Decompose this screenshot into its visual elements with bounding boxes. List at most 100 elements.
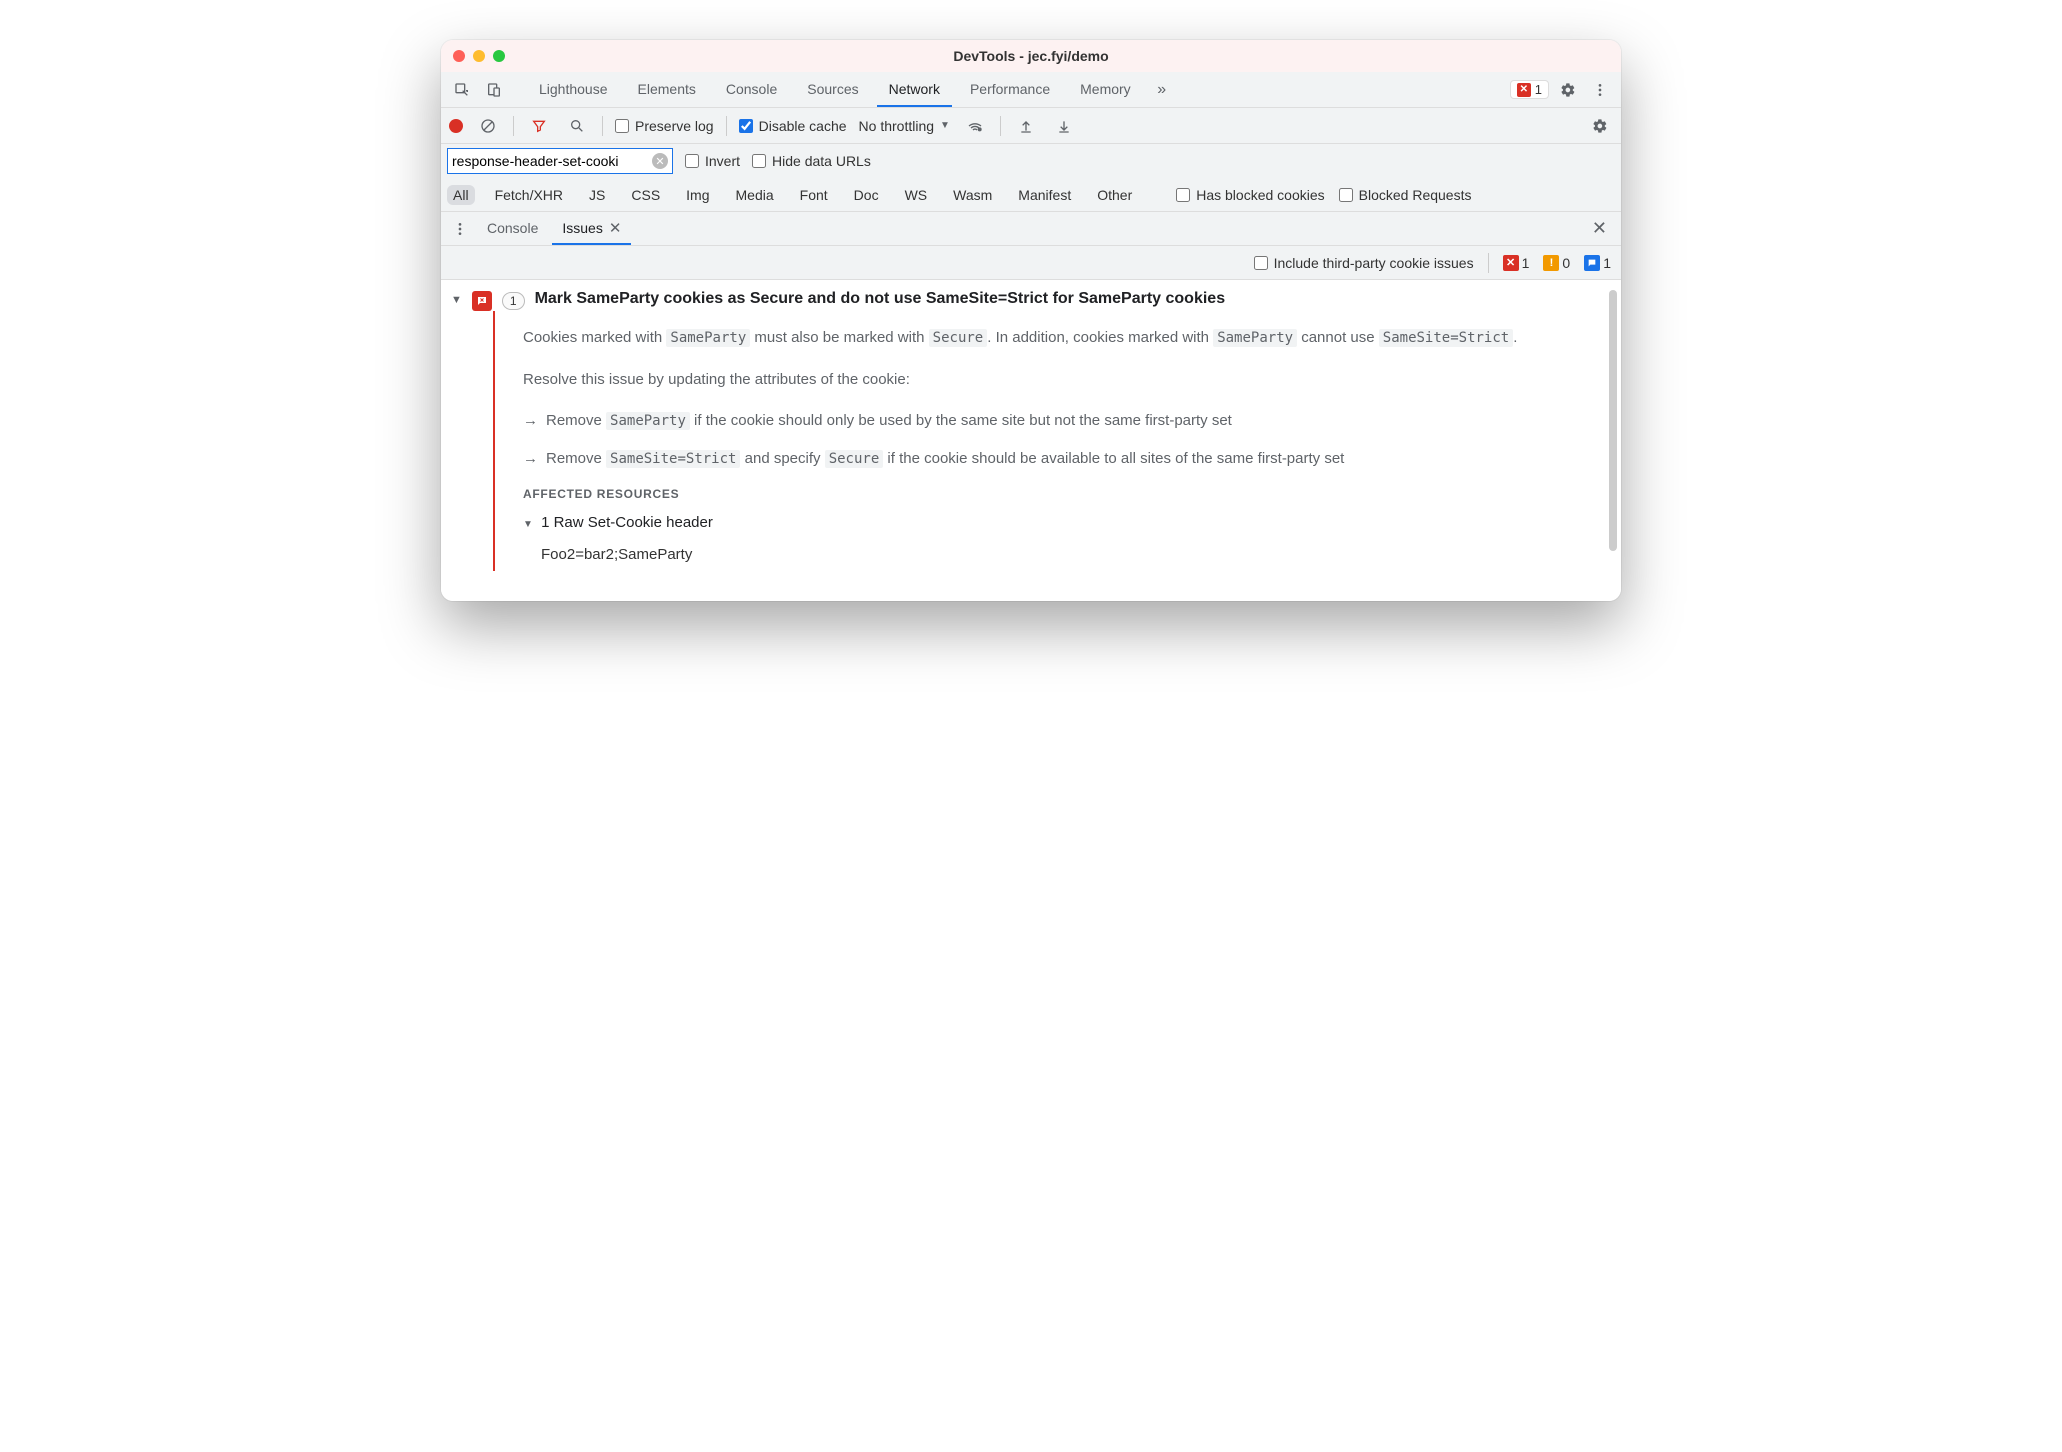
network-conditions-icon[interactable] [962,113,988,139]
filter-img[interactable]: Img [680,185,715,205]
disclosure-triangle-icon[interactable]: ▼ [451,290,462,306]
throttling-value: No throttling [859,118,934,134]
disable-cache-checkbox[interactable]: Disable cache [739,118,847,134]
arrow-icon: → [523,446,538,472]
filter-other[interactable]: Other [1091,185,1138,205]
clear-icon[interactable] [475,113,501,139]
disable-cache-label: Disable cache [759,118,847,134]
blocked-requests-input[interactable] [1339,188,1353,202]
close-tab-icon[interactable]: ✕ [609,219,622,237]
device-toolbar-icon[interactable] [481,77,507,103]
blocked-requests-label: Blocked Requests [1359,187,1472,203]
affected-resources-heading: AFFECTED RESOURCES [523,484,1591,504]
include-third-party-checkbox[interactable]: Include third-party cookie issues [1254,255,1474,271]
invert-checkbox[interactable]: Invert [685,153,740,169]
affected-resource-item[interactable]: Foo2=bar2;SameParty [541,542,1591,568]
include-third-party-label: Include third-party cookie issues [1274,255,1474,271]
drawer-tab-console[interactable]: Console [477,212,548,245]
upload-har-icon[interactable] [1013,113,1039,139]
tab-console[interactable]: Console [714,72,789,107]
tab-lighthouse[interactable]: Lighthouse [527,72,620,107]
drawer-tab-strip: Console Issues ✕ ✕ [441,212,1621,246]
hide-data-urls-label: Hide data URLs [772,153,871,169]
filter-manifest[interactable]: Manifest [1012,185,1077,205]
blocked-requests-checkbox[interactable]: Blocked Requests [1339,187,1472,203]
error-count-badge[interactable]: ✕ 1 [1510,80,1549,99]
close-drawer-icon[interactable]: ✕ [1584,218,1615,239]
settings-gear-icon[interactable] [1555,77,1581,103]
filter-ws[interactable]: WS [899,185,934,205]
has-blocked-cookies-input[interactable] [1176,188,1190,202]
tab-sources[interactable]: Sources [795,72,870,107]
severity-info-count: 1 [1603,255,1611,271]
issue-title: Mark SameParty cookies as Secure and do … [535,290,1226,308]
type-filter-bar: All Fetch/XHR JS CSS Img Media Font Doc … [441,178,1621,212]
issues-toolbar: Include third-party cookie issues ✕ 1 ! … [441,246,1621,280]
titlebar: DevTools - jec.fyi/demo [441,40,1621,72]
preserve-log-label: Preserve log [635,118,714,134]
include-third-party-input[interactable] [1254,256,1268,270]
network-toolbar: Preserve log Disable cache No throttling… [441,108,1621,144]
has-blocked-cookies-checkbox[interactable]: Has blocked cookies [1176,187,1324,203]
filter-wasm[interactable]: Wasm [947,185,998,205]
severity-warning-count: 0 [1562,255,1570,271]
preserve-log-checkbox[interactable]: Preserve log [615,118,714,134]
throttling-select[interactable]: No throttling ▼ [859,118,950,134]
download-har-icon[interactable] [1051,113,1077,139]
inspect-element-icon[interactable] [449,77,475,103]
filter-media[interactable]: Media [730,185,780,205]
invert-label: Invert [705,153,740,169]
issue-row[interactable]: ▼ 1 Mark SameParty cookies as Secure and… [451,290,1601,311]
scrollbar[interactable] [1609,290,1617,551]
filter-all[interactable]: All [447,185,475,205]
invert-input[interactable] [685,154,699,168]
kebab-menu-icon[interactable] [1587,77,1613,103]
severity-error-count: 1 [1522,255,1530,271]
drawer-more-icon[interactable] [447,216,473,242]
severity-info[interactable]: 1 [1584,255,1611,271]
filter-css[interactable]: CSS [625,185,666,205]
search-icon[interactable] [564,113,590,139]
filter-input-wrapper[interactable]: ✕ [447,148,673,174]
arrow-icon: → [523,408,538,434]
drawer-tab-issues[interactable]: Issues ✕ [552,212,631,245]
more-tabs-icon[interactable]: » [1149,77,1175,103]
affected-resource-row[interactable]: ▼ 1 Raw Set-Cookie header [523,510,1591,536]
network-settings-gear-icon[interactable] [1587,113,1613,139]
tab-performance[interactable]: Performance [958,72,1062,107]
severity-error[interactable]: ✕ 1 [1503,255,1530,271]
error-icon: ✕ [1517,83,1531,97]
filter-doc[interactable]: Doc [848,185,885,205]
clear-filter-icon[interactable]: ✕ [652,153,668,169]
record-button[interactable] [449,119,463,133]
error-count: 1 [1535,82,1542,97]
preserve-log-input[interactable] [615,119,629,133]
tab-network[interactable]: Network [877,72,952,107]
issue-description-1: Cookies marked with SameParty must also … [523,325,1591,351]
disable-cache-input[interactable] [739,119,753,133]
issue-count-badge: 1 [502,292,525,310]
disclosure-triangle-icon[interactable]: ▼ [523,519,533,530]
affected-resource-title: 1 Raw Set-Cookie header [541,514,713,531]
issues-panel: ▼ 1 Mark SameParty cookies as Secure and… [441,280,1621,601]
filter-bar: ✕ Invert Hide data URLs [441,144,1621,178]
tab-elements[interactable]: Elements [626,72,708,107]
issue-bullet-1: → Remove SameParty if the cookie should … [523,408,1591,434]
error-severity-icon: ✕ [1503,255,1519,271]
drawer-tab-issues-label: Issues [562,220,602,236]
filter-icon[interactable] [526,113,552,139]
issue-description-2: Resolve this issue by updating the attri… [523,367,1591,393]
has-blocked-cookies-label: Has blocked cookies [1196,187,1324,203]
issue-error-icon [472,291,492,311]
devtools-window: DevTools - jec.fyi/demo Lighthouse Eleme… [441,40,1621,601]
severity-warning[interactable]: ! 0 [1543,255,1570,271]
issue-bullet-2: → Remove SameSite=Strict and specify Sec… [523,446,1591,472]
filter-input[interactable] [452,153,652,169]
hide-data-urls-checkbox[interactable]: Hide data URLs [752,153,871,169]
hide-data-urls-input[interactable] [752,154,766,168]
tab-memory[interactable]: Memory [1068,72,1143,107]
filter-font[interactable]: Font [794,185,834,205]
filter-js[interactable]: JS [583,185,611,205]
issue-detail: Cookies marked with SameParty must also … [493,311,1601,571]
filter-fetch-xhr[interactable]: Fetch/XHR [489,185,569,205]
